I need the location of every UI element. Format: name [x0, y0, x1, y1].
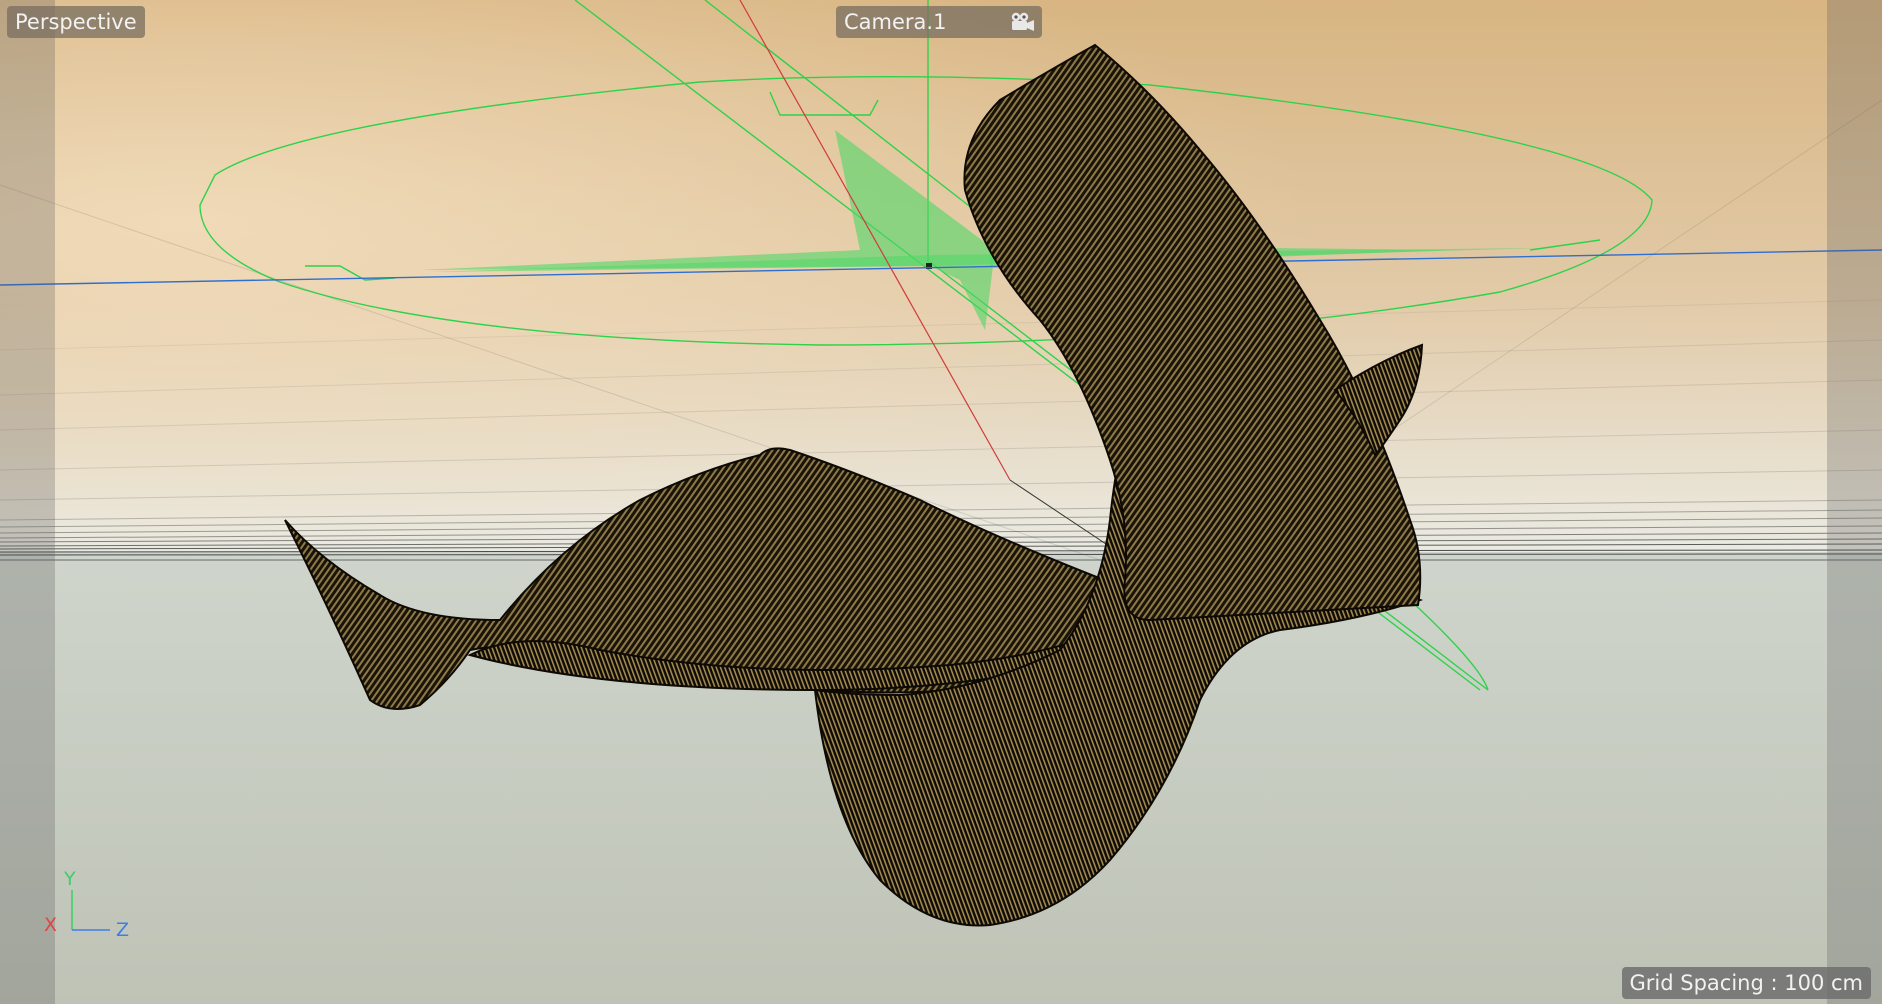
- axis-y-label: Y: [64, 868, 76, 890]
- axis-z-label: Z: [116, 919, 130, 941]
- grid-spacing-label: Grid Spacing : 100 cm: [1621, 967, 1871, 999]
- sky-glow: [0, 0, 1882, 555]
- 3d-viewport[interactable]: Perspective Camera.1 Grid Spacing : 100 …: [0, 0, 1882, 1004]
- camera-icon[interactable]: [1010, 12, 1036, 32]
- safe-frame-left: [0, 0, 55, 1004]
- safe-frame-right: [1827, 0, 1882, 1004]
- viewport-scene[interactable]: [0, 0, 1882, 1004]
- axis-x-label: X: [44, 914, 58, 936]
- camera-name: Camera.1: [844, 10, 947, 34]
- view-name-label[interactable]: Perspective: [7, 6, 145, 38]
- camera-selector[interactable]: Camera.1: [836, 6, 1042, 38]
